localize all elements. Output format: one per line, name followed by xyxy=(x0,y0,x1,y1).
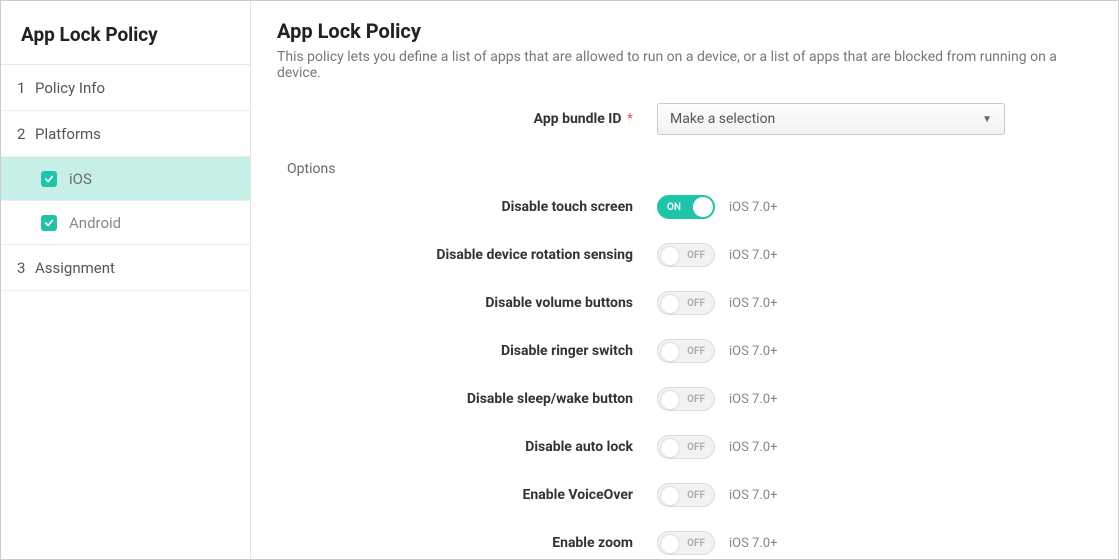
checkmark-icon xyxy=(41,171,57,187)
options-section-label: Options xyxy=(287,161,1092,177)
option-toggle[interactable]: OFF xyxy=(657,387,715,411)
required-marker: * xyxy=(627,111,633,127)
option-control: OFF iOS 7.0+ xyxy=(657,243,1092,267)
caret-down-icon: ▼ xyxy=(982,114,992,125)
option-label: Disable device rotation sensing xyxy=(277,247,657,263)
option-control: ON iOS 7.0+ xyxy=(657,195,1092,219)
option-toggle[interactable]: ON xyxy=(657,195,715,219)
option-toggle[interactable]: OFF xyxy=(657,339,715,363)
option-hint: iOS 7.0+ xyxy=(729,488,777,503)
option-hint: iOS 7.0+ xyxy=(729,344,777,359)
main-panel: App Lock Policy This policy lets you def… xyxy=(251,1,1118,559)
option-row: Disable sleep/wake buttonOFF iOS 7.0+ xyxy=(277,387,1092,411)
option-toggle[interactable]: OFF xyxy=(657,531,715,555)
bundle-id-row: App bundle ID * Make a selection ▼ xyxy=(277,103,1092,135)
sidebar-item-assignment[interactable]: 3 Assignment xyxy=(1,245,250,291)
sidebar-subitem-label: iOS xyxy=(69,170,92,188)
option-hint: iOS 7.0+ xyxy=(729,200,777,215)
option-hint: iOS 7.0+ xyxy=(729,248,777,263)
sidebar-item-platforms[interactable]: 2 Platforms xyxy=(1,111,250,157)
option-toggle[interactable]: OFF xyxy=(657,243,715,267)
option-hint: iOS 7.0+ xyxy=(729,536,777,551)
bundle-id-select[interactable]: Make a selection ▼ xyxy=(657,103,1005,135)
option-row: Disable volume buttonsOFF iOS 7.0+ xyxy=(277,291,1092,315)
sidebar-item-policy-info[interactable]: 1 Policy Info xyxy=(1,65,250,111)
option-toggle[interactable]: OFF xyxy=(657,435,715,459)
sidebar-title: App Lock Policy xyxy=(1,1,250,65)
option-row: Disable ringer switchOFF iOS 7.0+ xyxy=(277,339,1092,363)
option-control: OFF iOS 7.0+ xyxy=(657,483,1092,507)
sidebar: App Lock Policy 1 Policy Info 2 Platform… xyxy=(1,1,251,559)
options-list: Disable touch screenONiOS 7.0+Disable de… xyxy=(277,195,1092,555)
option-control: OFF iOS 7.0+ xyxy=(657,387,1092,411)
sidebar-item-label: Policy Info xyxy=(35,79,105,97)
app-frame: App Lock Policy 1 Policy Info 2 Platform… xyxy=(0,0,1119,560)
option-label: Enable zoom xyxy=(277,535,657,551)
option-hint: iOS 7.0+ xyxy=(729,392,777,407)
checkmark-icon xyxy=(41,215,57,231)
sidebar-item-label: Platforms xyxy=(35,125,101,143)
option-row: Disable auto lockOFF iOS 7.0+ xyxy=(277,435,1092,459)
option-label: Enable VoiceOver xyxy=(277,487,657,503)
option-hint: iOS 7.0+ xyxy=(729,440,777,455)
option-toggle[interactable]: OFF xyxy=(657,291,715,315)
page-description: This policy lets you define a list of ap… xyxy=(277,49,1092,81)
sidebar-step-number: 3 xyxy=(17,259,35,277)
option-control: OFF iOS 7.0+ xyxy=(657,531,1092,555)
option-row: Disable device rotation sensingOFF iOS 7.… xyxy=(277,243,1092,267)
option-row: Disable touch screenON iOS 7.0+ xyxy=(277,195,1092,219)
page-title: App Lock Policy xyxy=(277,19,1092,43)
option-label: Disable touch screen xyxy=(277,199,657,215)
sidebar-step-number: 2 xyxy=(17,125,35,143)
option-row: Enable zoomOFF iOS 7.0+ xyxy=(277,531,1092,555)
option-control: OFF iOS 7.0+ xyxy=(657,291,1092,315)
option-control: OFF iOS 7.0+ xyxy=(657,339,1092,363)
option-row: Enable VoiceOverOFF iOS 7.0+ xyxy=(277,483,1092,507)
sidebar-subitem-android[interactable]: Android xyxy=(1,201,250,245)
sidebar-subitem-ios[interactable]: iOS xyxy=(1,157,250,201)
option-label: Disable volume buttons xyxy=(277,295,657,311)
option-hint: iOS 7.0+ xyxy=(729,296,777,311)
sidebar-item-label: Assignment xyxy=(35,259,115,277)
option-label: Disable auto lock xyxy=(277,439,657,455)
option-label: Disable ringer switch xyxy=(277,343,657,359)
option-label: Disable sleep/wake button xyxy=(277,391,657,407)
option-control: OFF iOS 7.0+ xyxy=(657,435,1092,459)
select-placeholder: Make a selection xyxy=(670,111,775,127)
sidebar-step-number: 1 xyxy=(17,79,35,97)
sidebar-subitem-label: Android xyxy=(69,214,121,232)
bundle-id-label: App bundle ID * xyxy=(277,111,657,127)
option-toggle[interactable]: OFF xyxy=(657,483,715,507)
